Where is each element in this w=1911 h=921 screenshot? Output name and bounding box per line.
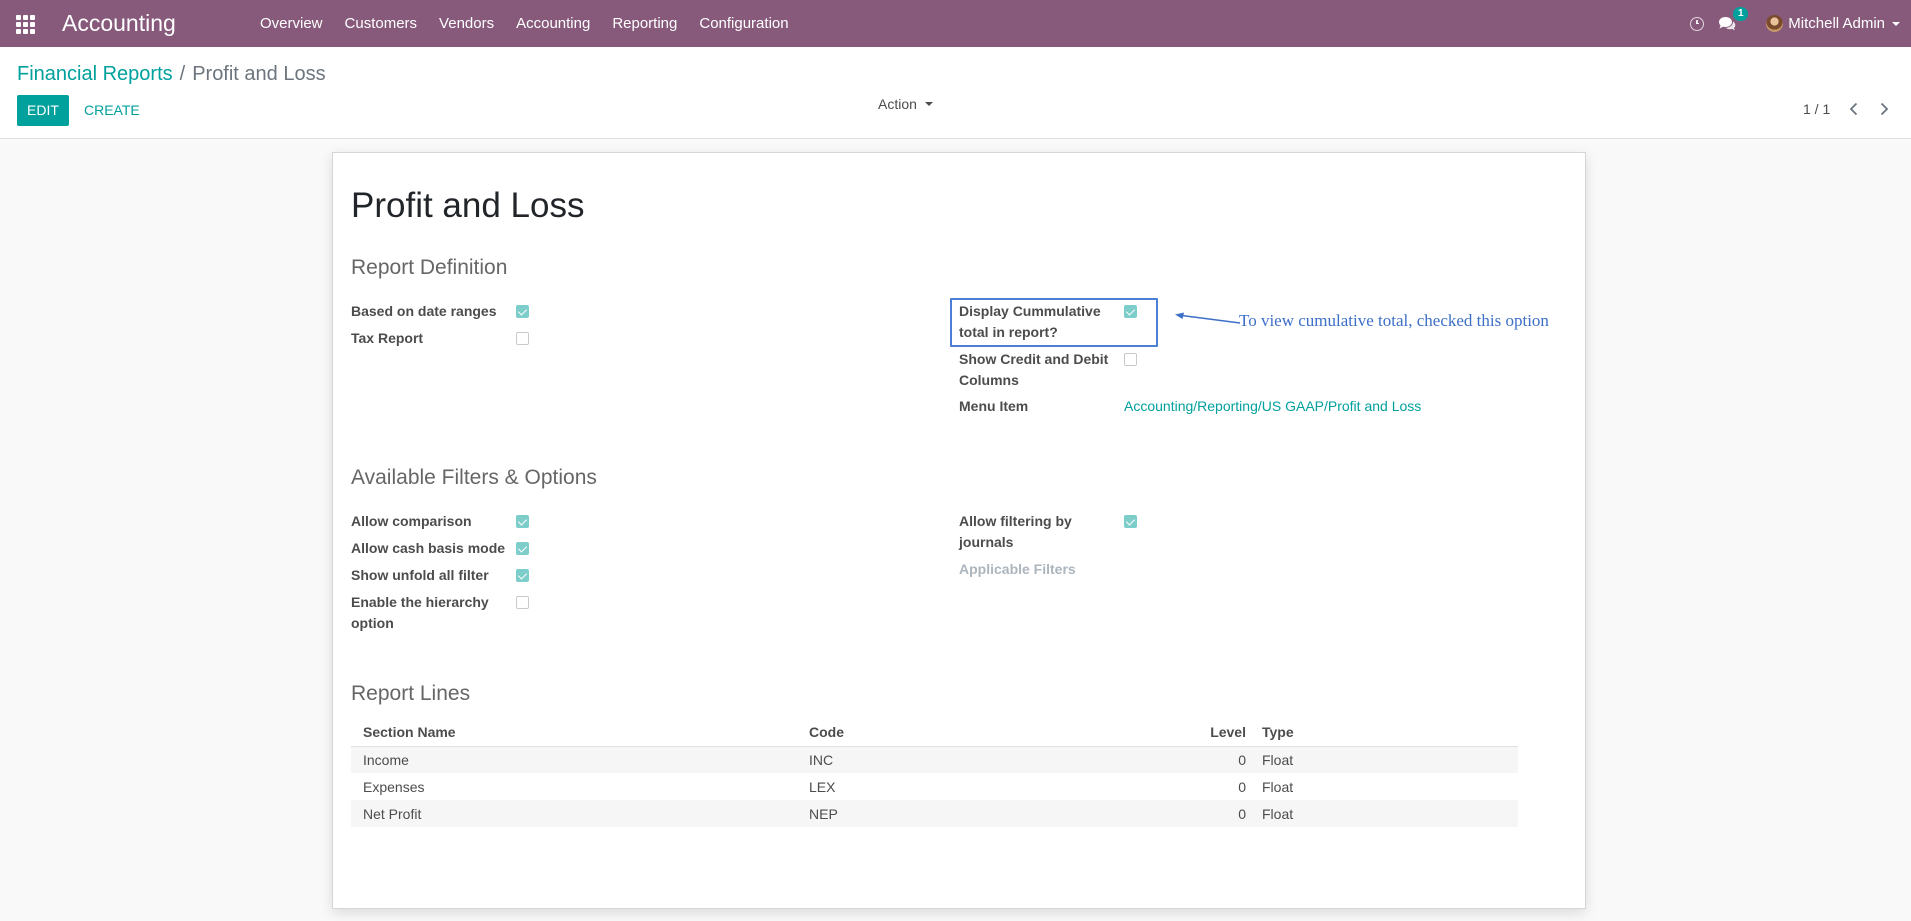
- section-report-lines: Report Lines: [351, 682, 471, 705]
- form-sheet: Profit and Loss Report Definition Based …: [332, 152, 1586, 909]
- enable-hierarchy-checkbox[interactable]: [516, 596, 529, 609]
- annotation-arrow-icon: [1175, 312, 1241, 324]
- menu-vendors[interactable]: Vendors: [428, 0, 505, 47]
- row-section-name: Income: [351, 746, 797, 773]
- edit-button[interactable]: EDIT: [17, 95, 69, 126]
- table-row[interactable]: Net Profit NEP 0 Float: [351, 800, 1518, 827]
- menu-reporting[interactable]: Reporting: [601, 0, 688, 47]
- systray: 1 Mitchell Admin: [1690, 0, 1911, 47]
- row-code: NEP: [797, 800, 1178, 827]
- action-label: Action: [878, 96, 917, 112]
- page-title: Profit and Loss: [351, 186, 585, 225]
- breadcrumb-separator: /: [179, 63, 186, 85]
- show-credit-debit-label-line1: Show Credit and Debit: [959, 351, 1109, 367]
- allow-comparison-label: Allow comparison: [351, 513, 472, 529]
- pager-value[interactable]: 1 / 1: [1803, 101, 1830, 117]
- row-type: Float: [1262, 778, 1294, 795]
- app-brand[interactable]: Accounting: [62, 10, 249, 37]
- messaging-menu[interactable]: 1: [1718, 7, 1749, 31]
- user-menu[interactable]: Mitchell Admin: [1766, 15, 1900, 32]
- tax-report-checkbox[interactable]: [516, 332, 529, 345]
- show-credit-debit-label: Show Credit and Debit Columns: [959, 349, 1108, 391]
- breadcrumb-current: Profit and Loss: [192, 63, 326, 85]
- pager-previous-button[interactable]: [1845, 100, 1863, 118]
- table-row[interactable]: Income INC 0 Float: [351, 746, 1518, 773]
- display-cumulative-label-line2: total in report?: [959, 324, 1058, 340]
- row-code: LEX: [809, 778, 836, 795]
- tax-report-label: Tax Report: [351, 330, 424, 346]
- menu-item-label: Menu Item: [959, 398, 1029, 414]
- row-type: Float: [1254, 800, 1518, 827]
- menu-customers[interactable]: Customers: [334, 0, 429, 47]
- row-section-name: Net Profit: [351, 800, 797, 827]
- column-type[interactable]: Type: [1254, 718, 1518, 747]
- report-lines-table: Section Name Code Level Type Income INC …: [351, 718, 1518, 827]
- row-level: 0: [1178, 746, 1254, 773]
- pager-next-button[interactable]: [1875, 100, 1893, 118]
- section-available-filters: Available Filters & Options: [351, 466, 597, 489]
- enable-hierarchy-label: Enable the hierarchy option: [351, 592, 489, 634]
- breadcrumb-financial-reports[interactable]: Financial Reports: [17, 63, 173, 85]
- allow-filtering-journals-label: Allow filtering by journals: [959, 511, 1072, 553]
- based-on-date-ranges-checkbox[interactable]: [516, 305, 529, 318]
- main-menu: Overview Customers Vendors Accounting Re…: [249, 0, 800, 47]
- column-level[interactable]: Level: [1178, 718, 1254, 747]
- show-unfold-all-checkbox[interactable]: [516, 569, 529, 582]
- user-name: Mitchell Admin: [1788, 15, 1885, 32]
- column-code[interactable]: Code: [797, 718, 1178, 747]
- activity-clock-icon[interactable]: [1690, 16, 1705, 31]
- allow-filtering-journals-label-line2: journals: [959, 534, 1014, 550]
- allow-cash-basis-checkbox[interactable]: [516, 542, 529, 555]
- section-report-definition: Report Definition: [351, 256, 508, 279]
- display-cumulative-checkbox[interactable]: [1124, 305, 1137, 318]
- menu-accounting[interactable]: Accounting: [505, 0, 601, 47]
- table-header-row: Section Name Code Level Type: [351, 718, 1518, 747]
- allow-cash-basis-label: Allow cash basis mode: [351, 540, 506, 556]
- show-credit-debit-checkbox[interactable]: [1124, 353, 1137, 366]
- menu-item-link[interactable]: Accounting/Reporting/US GAAP/Profit and …: [1124, 396, 1421, 417]
- menu-overview[interactable]: Overview: [249, 0, 334, 47]
- chevron-left-icon: [1849, 102, 1858, 116]
- show-credit-debit-label-line2: Columns: [959, 372, 1019, 388]
- top-navbar: Accounting Overview Customers Vendors Ac…: [0, 0, 1911, 47]
- allow-filtering-journals-checkbox[interactable]: [1124, 515, 1137, 528]
- row-type: Float: [1254, 746, 1518, 773]
- row-level: 0: [1238, 778, 1246, 795]
- column-section-name[interactable]: Section Name: [351, 718, 797, 747]
- annotation-text: To view cumulative total, checked this o…: [1239, 311, 1549, 330]
- create-button[interactable]: CREATE: [76, 95, 148, 126]
- row-section-name: Expenses: [363, 778, 425, 795]
- avatar: [1766, 15, 1784, 32]
- breadcrumb: Financial Reports / Profit and Loss: [17, 63, 326, 86]
- menu-configuration[interactable]: Configuration: [688, 0, 799, 47]
- chevron-down-icon: [1892, 21, 1900, 26]
- chat-unread-badge: 1: [1733, 7, 1749, 21]
- row-level: 0: [1178, 800, 1254, 827]
- chevron-right-icon: [1880, 102, 1889, 116]
- based-on-date-ranges-label: Based on date ranges: [351, 303, 497, 319]
- applicable-filters-label: Applicable Filters: [959, 561, 1076, 577]
- allow-comparison-checkbox[interactable]: [516, 515, 529, 528]
- apps-menu-icon[interactable]: [16, 15, 36, 34]
- chevron-down-icon: [924, 102, 933, 106]
- allow-filtering-journals-label-line1: Allow filtering by: [959, 513, 1072, 529]
- enable-hierarchy-label-line2: option: [351, 615, 394, 631]
- table-row[interactable]: Expenses LEX 0 Float: [351, 773, 1518, 800]
- display-cumulative-label-line1: Display Cummulative: [959, 303, 1101, 319]
- control-panel: Financial Reports / Profit and Loss EDIT C…: [0, 47, 1911, 139]
- action-dropdown[interactable]: Action: [878, 95, 933, 113]
- show-unfold-all-label: Show unfold all filter: [351, 567, 489, 583]
- row-code: INC: [797, 746, 1178, 773]
- enable-hierarchy-label-line1: Enable the hierarchy: [351, 594, 489, 610]
- display-cumulative-label: Display Cummulative total in report?: [959, 301, 1101, 343]
